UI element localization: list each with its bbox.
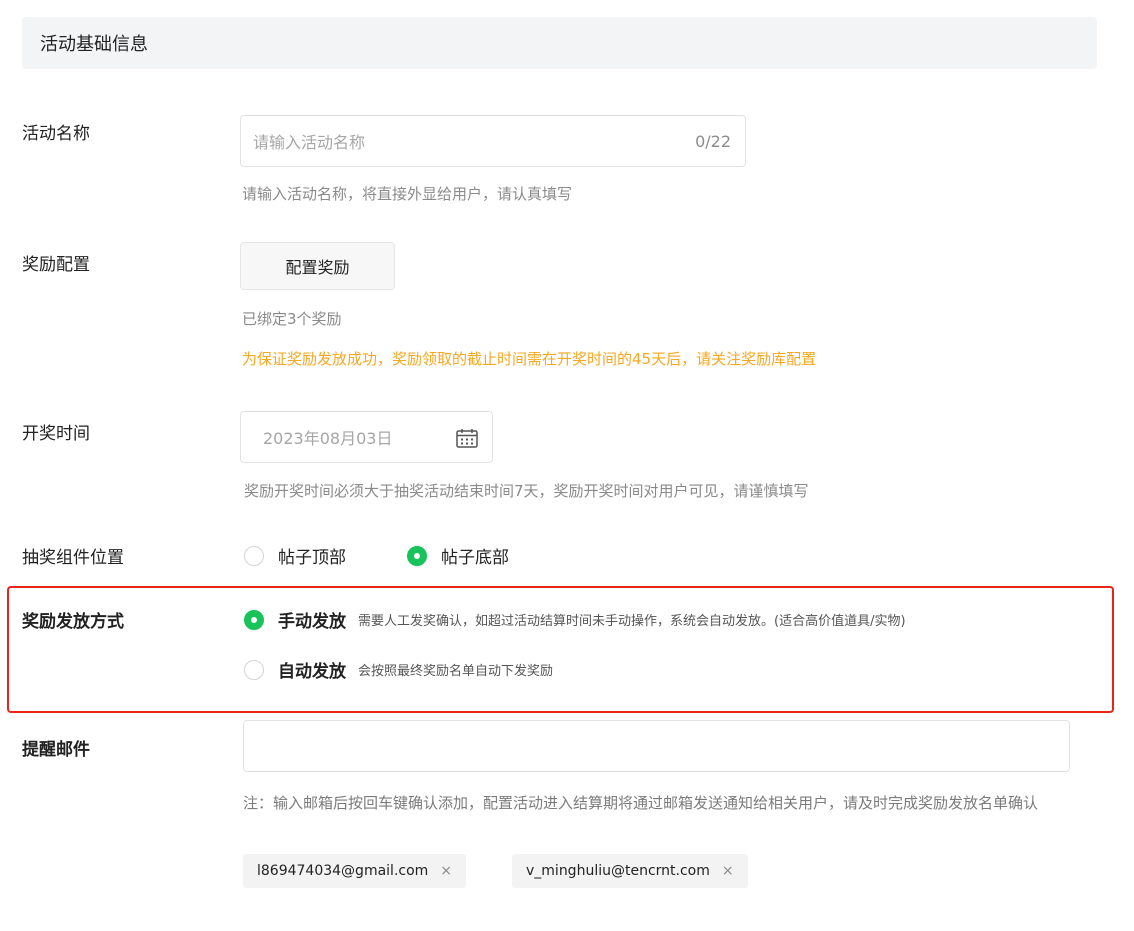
draw-time-label: 开奖时间 xyxy=(22,424,90,444)
manual-distribution-radio[interactable] xyxy=(244,609,264,630)
reminder-email-note: 注：输入邮箱后按回车键确认添加，配置活动进入结算期将通过邮箱发送通知给相关用户，… xyxy=(243,794,1039,812)
section-header: 活动基础信息 xyxy=(22,17,1097,69)
distribution-highlight-box xyxy=(7,586,1114,713)
reminder-email-input[interactable] xyxy=(243,720,1070,772)
auto-distribution-label: 自动发放 xyxy=(278,662,346,682)
draw-time-value: 2023年08月03日 xyxy=(263,429,393,448)
position-top-radio[interactable] xyxy=(244,545,264,566)
close-icon[interactable]: × xyxy=(440,863,452,879)
draw-time-picker[interactable]: 2023年08月03日 xyxy=(240,411,493,463)
reward-config-label: 奖励配置 xyxy=(22,255,90,275)
email-tag-text: l869474034@gmail.com xyxy=(257,863,429,879)
auto-distribution-desc: 会按照最终奖励名单自动下发奖励 xyxy=(358,664,554,679)
widget-position-label: 抽奖组件位置 xyxy=(22,548,124,568)
activity-name-input[interactable]: 请输入活动名称 0/22 xyxy=(240,115,746,167)
reward-bound-text: 已绑定3个奖励 xyxy=(242,310,342,328)
manual-distribution-label: 手动发放 xyxy=(278,612,346,632)
activity-name-counter: 0/22 xyxy=(695,131,731,151)
activity-name-hint: 请输入活动名称，将直接外显给用户，请认真填写 xyxy=(242,185,573,203)
manual-distribution-desc: 需要人工发奖确认，如超过活动结算时间未手动操作，系统会自动发放。(适合高价值道具… xyxy=(358,614,906,629)
email-tag: l869474034@gmail.com × xyxy=(243,854,467,888)
calendar-icon[interactable] xyxy=(456,428,478,448)
activity-name-placeholder: 请输入活动名称 xyxy=(253,133,366,152)
position-bottom-label: 帖子底部 xyxy=(441,548,509,568)
position-top-label: 帖子顶部 xyxy=(278,548,346,568)
activity-name-label: 活动名称 xyxy=(22,124,90,144)
configure-reward-button[interactable]: 配置奖励 xyxy=(240,242,395,290)
manual-distribution-option[interactable]: 手动发放 需要人工发奖确认，如超过活动结算时间未手动操作，系统会自动发放。(适合… xyxy=(244,607,906,632)
position-bottom-option[interactable]: 帖子底部 xyxy=(407,543,509,568)
position-top-option[interactable]: 帖子顶部 xyxy=(244,543,346,568)
reward-warning: 为保证奖励发放成功，奖励领取的截止时间需在开奖时间的45天后，请关注奖励库配置 xyxy=(242,350,817,368)
email-tag: v_minghuliu@tencrnt.com × xyxy=(512,854,748,888)
draw-time-hint: 奖励开奖时间必须大于抽奖活动结束时间7天，奖励开奖时间对用户可见，请谨慎填写 xyxy=(244,482,809,500)
position-bottom-radio[interactable] xyxy=(407,545,427,566)
section-title: 活动基础信息 xyxy=(40,34,148,55)
close-icon[interactable]: × xyxy=(722,863,734,879)
auto-distribution-radio[interactable] xyxy=(244,659,264,680)
auto-distribution-option[interactable]: 自动发放 会按照最终奖励名单自动下发奖励 xyxy=(244,657,553,682)
email-tag-text: v_minghuliu@tencrnt.com xyxy=(526,863,710,879)
reminder-email-label: 提醒邮件 xyxy=(22,740,90,760)
distribution-label: 奖励发放方式 xyxy=(22,612,124,632)
